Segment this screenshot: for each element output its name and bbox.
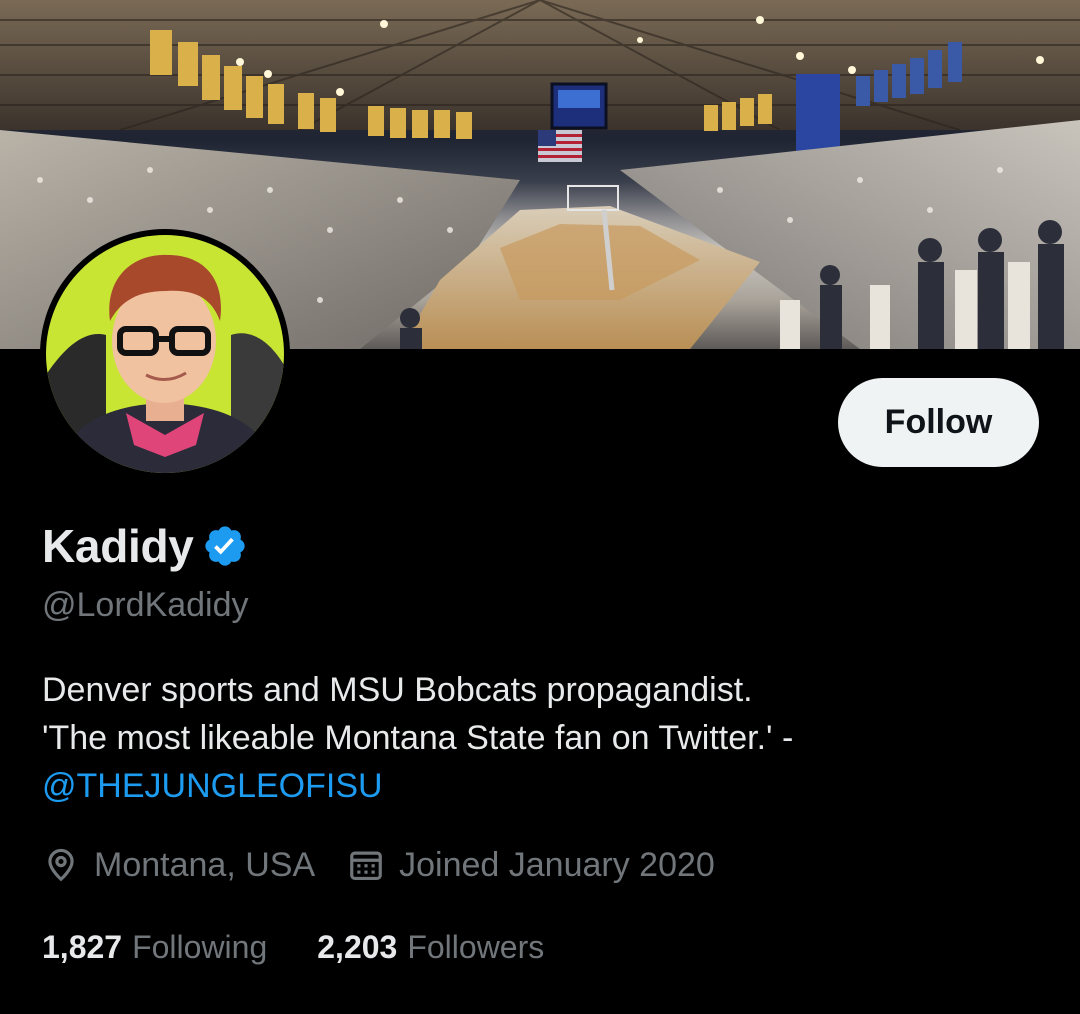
profile-meta: Montana, USA Joined January 2020 [42,840,715,890]
joined-item: Joined January 2020 [347,846,715,885]
bio-line-1: Denver sports and MSU Bobcats propagandi… [42,671,753,709]
follow-button[interactable]: Follow [838,378,1039,467]
bio-line-2: 'The most likeable Montana State fan on … [42,719,794,757]
followers-count: 2,203 [317,928,398,965]
followers-link[interactable]: 2,203 Followers [317,929,544,966]
profile-stats: 1,827 Following 2,203 Followers [42,922,544,972]
bio-mention-link[interactable]: @THEJUNGLEOFISU [42,767,383,805]
display-name: Kadidy [42,520,194,572]
location-item: Montana, USA [42,846,315,885]
location-text: Montana, USA [94,845,316,884]
avatar-image [46,235,284,473]
calendar-icon [350,851,382,881]
following-count: 1,827 [42,928,123,965]
following-label: Following [132,928,268,965]
following-link[interactable]: 1,827 Following [42,929,267,966]
location-pin-icon [48,848,74,882]
profile-handle: @LordKadidy [42,586,249,624]
verified-badge-icon[interactable] [202,523,248,569]
profile-avatar[interactable] [40,229,290,479]
name-row: Kadidy [42,516,248,576]
followers-label: Followers [407,928,545,965]
joined-text: Joined January 2020 [399,845,715,884]
profile-bio: Denver sports and MSU Bobcats propagandi… [42,666,1042,810]
